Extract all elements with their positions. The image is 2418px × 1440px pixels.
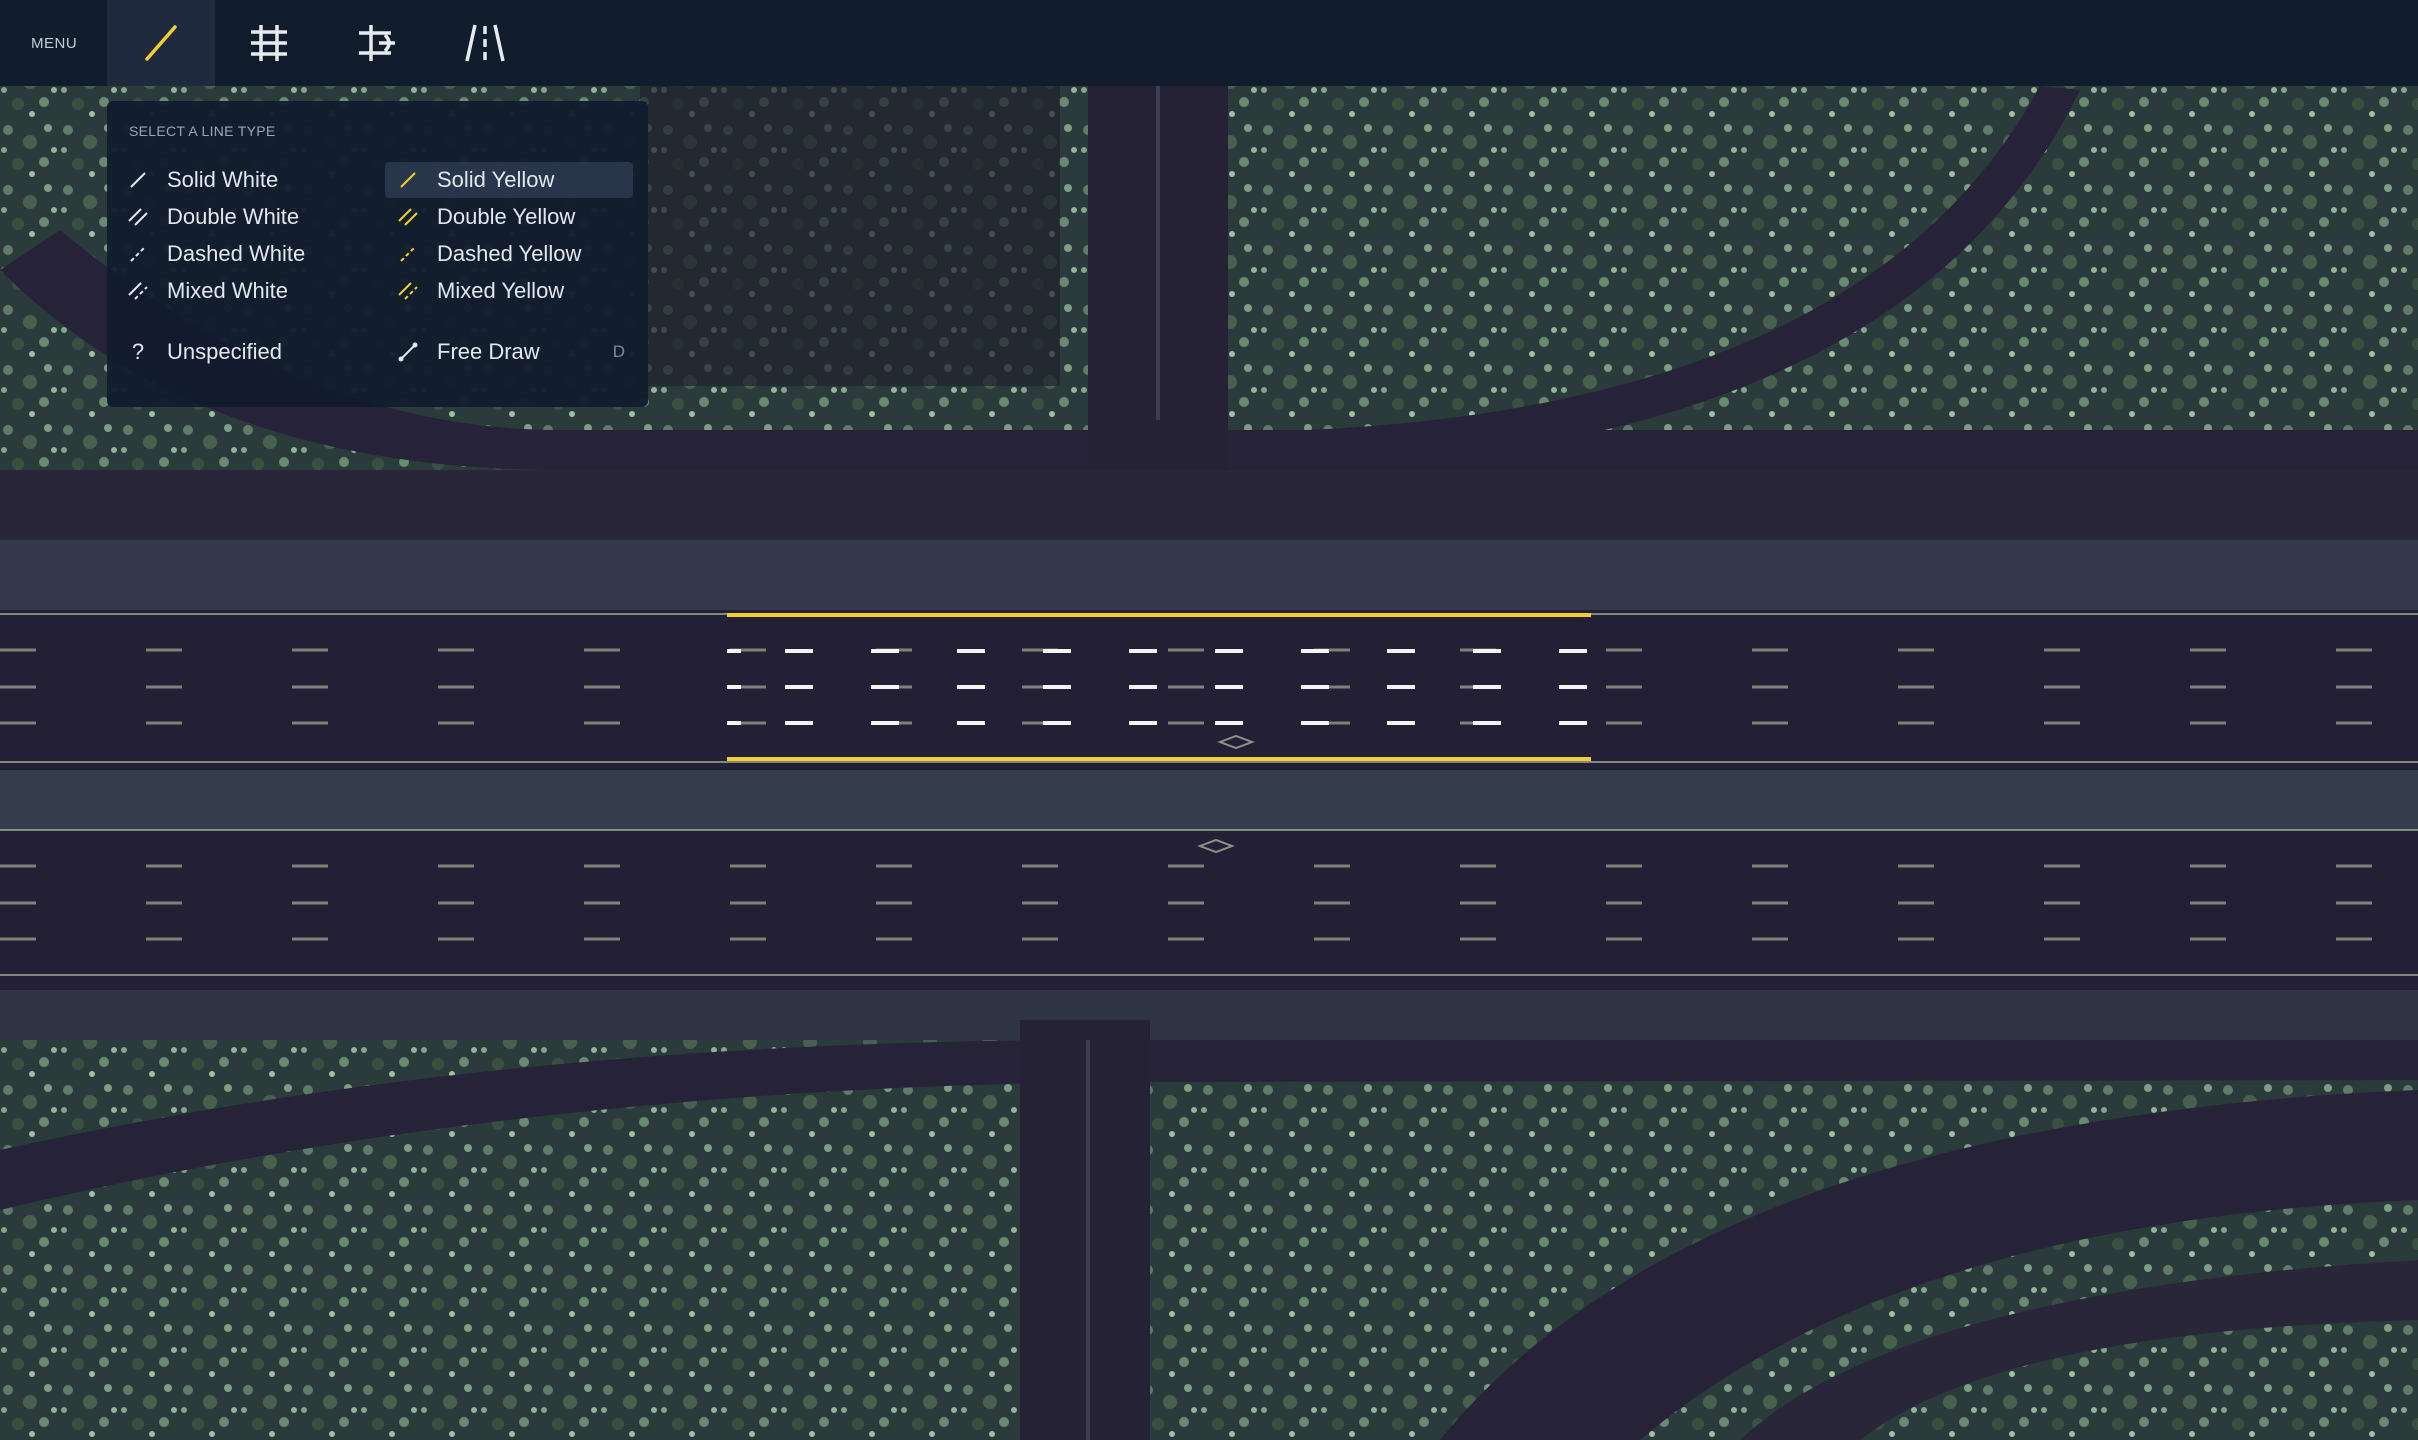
option-mixed-yellow[interactable]: Mixed Yellow xyxy=(385,273,633,309)
option-label: Solid Yellow xyxy=(437,167,555,192)
solid-white-line-icon xyxy=(125,167,151,193)
option-dashed-yellow[interactable]: Dashed Yellow xyxy=(385,236,633,272)
grid-tool-button[interactable] xyxy=(215,0,323,86)
dashed-yellow-line-icon xyxy=(395,241,421,267)
top-toolbar: MENU xyxy=(0,0,2418,86)
mixed-white-line-icon xyxy=(125,278,151,304)
question-mark-icon: ? xyxy=(131,339,145,364)
option-label: Mixed White xyxy=(167,278,289,303)
option-solid-yellow[interactable]: Solid Yellow xyxy=(385,162,633,198)
panel-title: SELECT A LINE TYPE xyxy=(129,123,276,139)
option-label: Mixed Yellow xyxy=(437,278,565,303)
option-label: Double Yellow xyxy=(437,204,576,229)
option-label: Dashed White xyxy=(167,241,306,266)
shoulder-north xyxy=(0,540,2418,610)
option-double-white[interactable]: Double White xyxy=(107,199,355,235)
menu-button[interactable]: MENU xyxy=(31,35,77,52)
free-draw-icon xyxy=(395,339,421,365)
lane-lines-icon xyxy=(465,24,505,62)
option-free-draw[interactable]: Free Draw D xyxy=(385,334,633,370)
option-unspecified[interactable]: ? Unspecified xyxy=(107,334,355,370)
frontage-road-north xyxy=(0,470,2418,540)
option-label: Unspecified xyxy=(167,339,282,364)
option-label: Double White xyxy=(167,204,300,229)
double-yellow-line-icon xyxy=(395,204,421,230)
line-type-panel: SELECT A LINE TYPE Solid White Double Wh… xyxy=(107,101,648,407)
option-label: Solid White xyxy=(167,167,279,192)
mixed-yellow-line-icon xyxy=(395,278,421,304)
option-label: Dashed Yellow xyxy=(437,241,582,266)
slash-line-icon xyxy=(145,25,177,61)
split-arrow-icon xyxy=(359,25,395,61)
double-white-line-icon xyxy=(125,204,151,230)
dark-lot xyxy=(640,86,1060,386)
option-double-yellow[interactable]: Double Yellow xyxy=(385,199,633,235)
solid-yellow-line-icon xyxy=(395,167,421,193)
split-tool-button[interactable] xyxy=(323,0,431,86)
option-dashed-white[interactable]: Dashed White xyxy=(107,236,355,272)
hash-grid-icon xyxy=(251,25,287,61)
median xyxy=(0,770,2418,830)
free-draw-shortcut: D xyxy=(612,342,625,361)
overpass-road-south xyxy=(1020,1020,1150,1440)
line-tool-button[interactable] xyxy=(107,0,215,86)
option-label: Free Draw xyxy=(437,339,540,364)
lane-tool-button[interactable] xyxy=(431,0,539,86)
shoulder-south xyxy=(0,990,2418,1040)
option-solid-white[interactable]: Solid White xyxy=(107,162,355,198)
dashed-white-line-icon xyxy=(125,241,151,267)
option-mixed-white[interactable]: Mixed White xyxy=(107,273,355,309)
